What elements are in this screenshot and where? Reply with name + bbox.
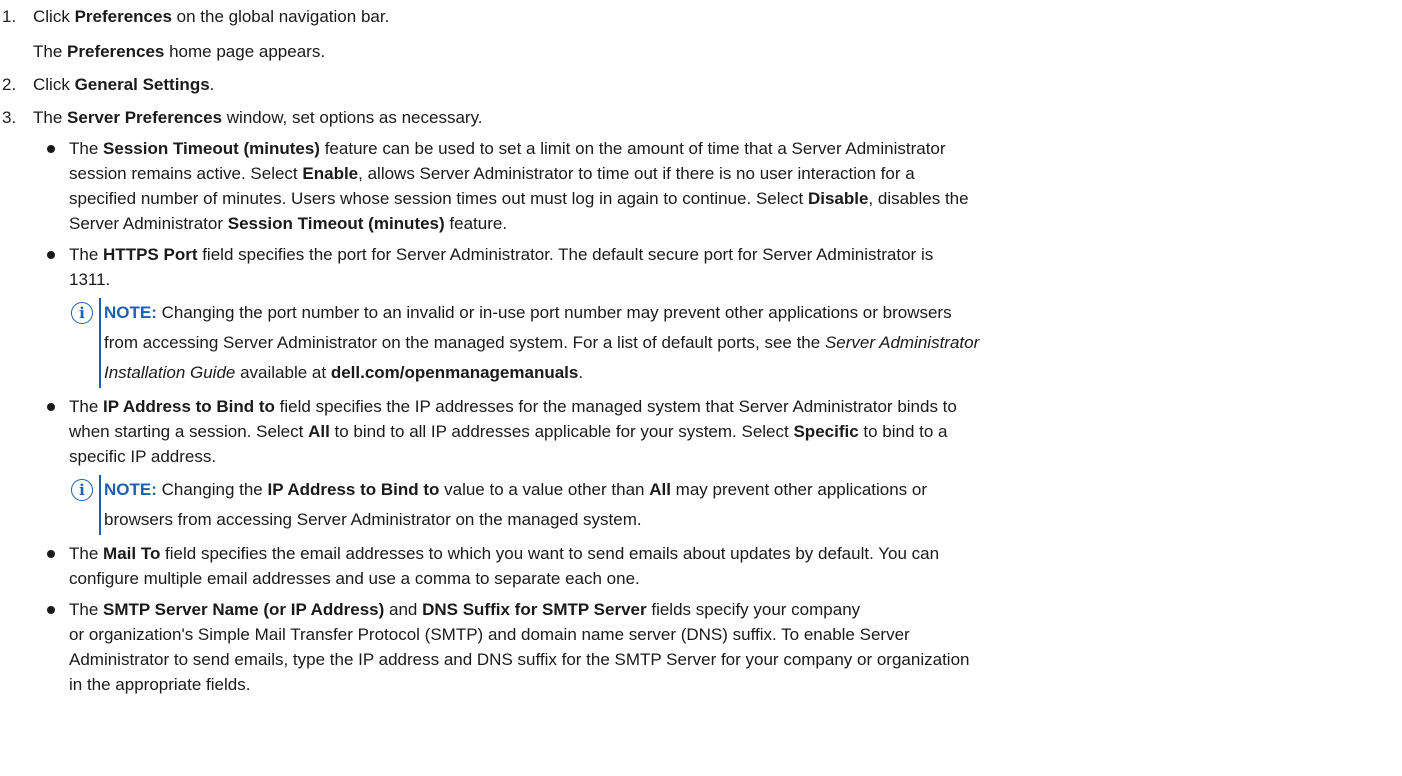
step-3: 3. The Server Preferences window, set op… <box>0 105 1402 697</box>
list-item-https-port: The HTTPS Port field specifies the port … <box>33 242 1402 388</box>
list-item-smtp: The SMTP Server Name (or IP Address) and… <box>33 597 1402 697</box>
bullet-icon <box>47 550 55 558</box>
bullet-icon <box>47 251 55 259</box>
manuals-link: dell.com/openmanagemanuals <box>330 363 579 382</box>
ui-term: General Settings <box>74 75 210 94</box>
bullet-icon <box>47 403 55 411</box>
info-icon: i <box>71 479 93 501</box>
step-text: Click General Settings. <box>33 75 215 94</box>
list-item-session-timeout: The Session Timeout (minutes) feature ca… <box>33 136 1402 236</box>
ui-term: Preferences <box>74 7 172 26</box>
step-number: 3. <box>2 108 17 127</box>
note-label: NOTE: <box>104 303 157 322</box>
ui-term: Server Preferences <box>67 108 223 127</box>
note-divider <box>99 475 101 535</box>
step-number: 2. <box>2 75 17 94</box>
ui-term: Preferences <box>67 42 165 61</box>
note-box: i NOTE: Changing the port number to an i… <box>69 298 1402 388</box>
note-divider <box>99 298 101 388</box>
note-label: NOTE: <box>104 480 157 499</box>
note-box: i NOTE: Changing the IP Address to Bind … <box>69 475 1402 535</box>
bullet-icon <box>47 145 55 153</box>
step-2: 2. Click General Settings. <box>0 72 1402 97</box>
step-text: The Server Preferences window, set optio… <box>33 108 483 127</box>
step-result: The Preferences home page appears. <box>33 42 326 61</box>
step-text: Click Preferences on the global navigati… <box>33 7 390 26</box>
list-item-mail-to: The Mail To field specifies the email ad… <box>33 541 1402 591</box>
step-number: 1. <box>2 7 17 26</box>
option-list: The Session Timeout (minutes) feature ca… <box>33 136 1402 697</box>
step-1: 1. Click Preferences on the global navig… <box>0 4 1402 64</box>
bullet-icon <box>47 606 55 614</box>
list-item-ip-bind: The IP Address to Bind to field specifie… <box>33 394 1402 535</box>
info-icon: i <box>71 302 93 324</box>
document: 1. Click Preferences on the global navig… <box>0 0 1402 697</box>
